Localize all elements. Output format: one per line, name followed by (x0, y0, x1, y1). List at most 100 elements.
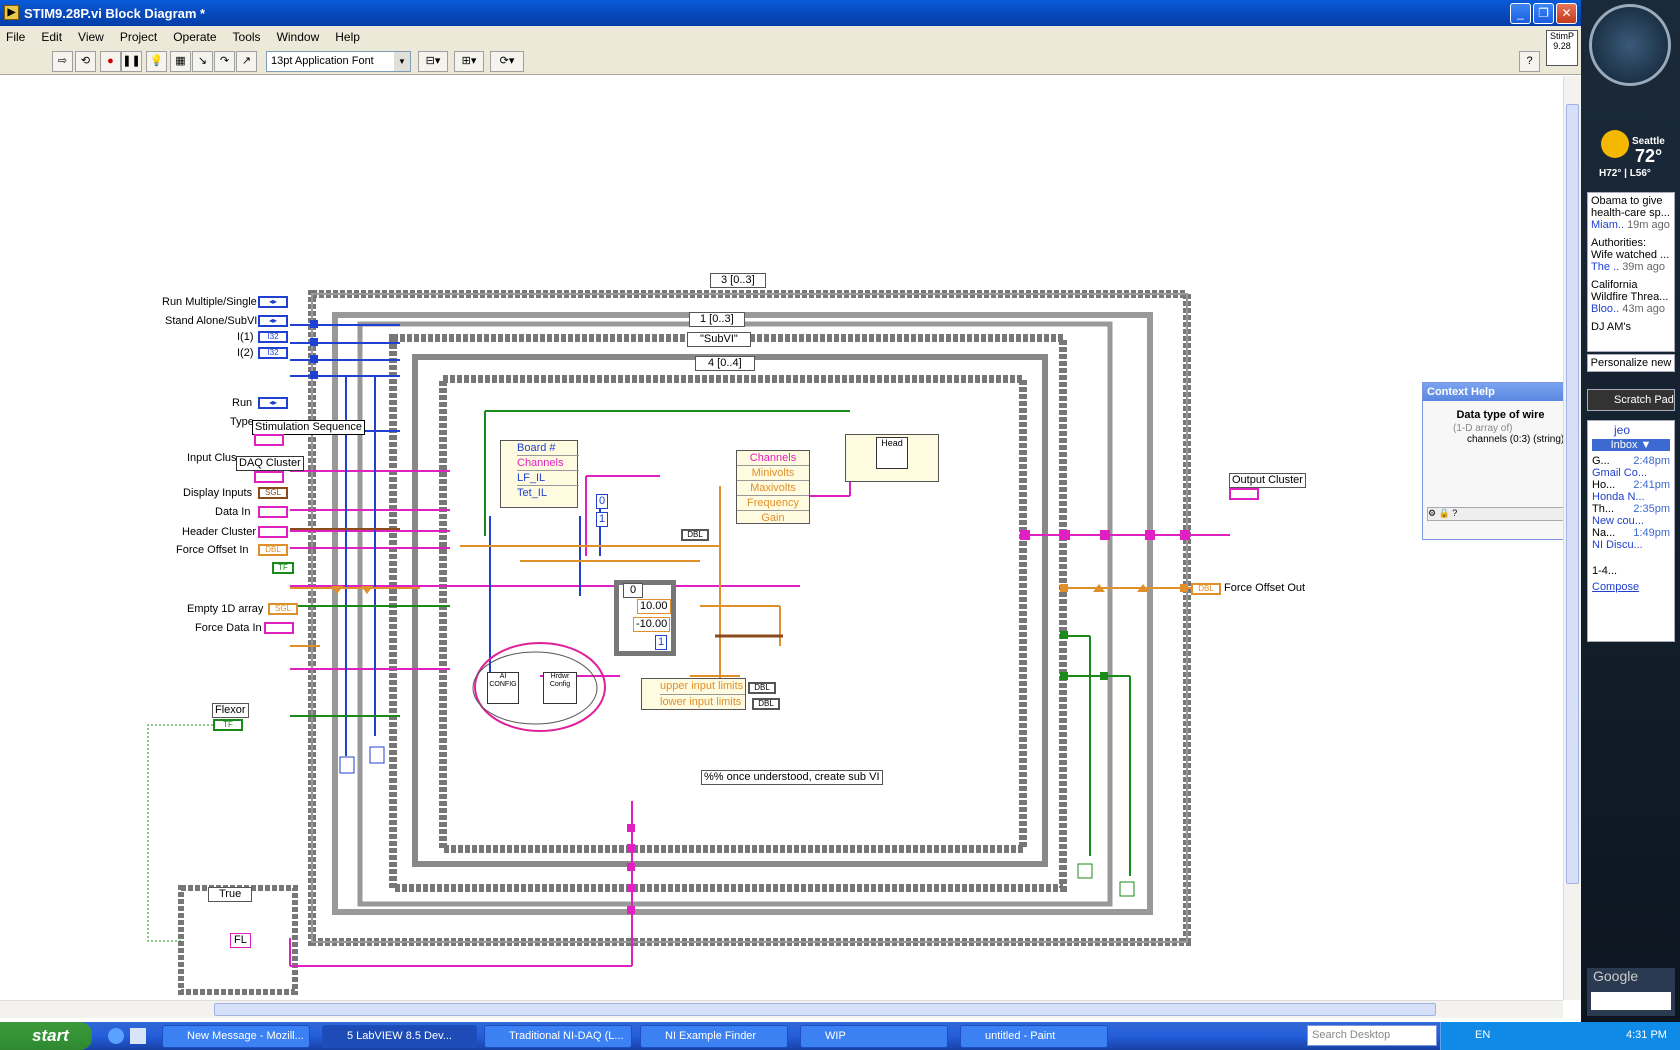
bundle-node[interactable]: Board # Channels LF_IL Tet_IL (500, 440, 579, 508)
case-selector-true[interactable]: True (208, 887, 253, 902)
news-item[interactable]: Authorities: Wife watched ... The .. 39m … (1591, 237, 1671, 273)
vi-icon-pane[interactable]: StimP 9.28 (1546, 30, 1578, 66)
control-terminal[interactable] (254, 471, 284, 483)
numeric-constant[interactable]: -10.00 (633, 617, 671, 632)
gmail-gadget[interactable]: jeo Inbox ▼ G... 2:48pm Gmail Co... Ho...… (1587, 420, 1675, 642)
news-item[interactable]: Obama to give health-care sp... Miam.. 19… (1591, 195, 1671, 231)
vertical-scrollbar[interactable] (1563, 76, 1581, 1000)
inner-case-structure[interactable]: 0 10.00 -10.00 1 (614, 580, 676, 656)
scratch-pad-gadget[interactable]: Scratch Pad (1587, 389, 1675, 411)
unbundle-node[interactable]: Channels Minivolts Maxivolts Frequency G… (736, 450, 810, 524)
control-terminal[interactable] (258, 506, 288, 518)
help-icon[interactable]: ? (1519, 51, 1540, 72)
dbl-indicator[interactable]: DBL (681, 529, 709, 541)
step-over-icon[interactable]: ↷ (214, 51, 235, 72)
mail-item[interactable]: G... 2:48pm Gmail Co... (1592, 455, 1670, 479)
menu-edit[interactable]: Edit (41, 30, 62, 44)
string-constant[interactable]: FL (230, 933, 251, 948)
menu-view[interactable]: View (78, 30, 104, 44)
menu-file[interactable]: File (6, 30, 25, 44)
context-help-window[interactable]: Context Help Data type of wire (1-D arra… (1422, 382, 1579, 540)
distribute-objects-icon[interactable]: ⊞▾ (454, 51, 484, 72)
news-item[interactable]: DJ AM's (1591, 321, 1671, 333)
news-gadget[interactable]: Obama to give health-care sp... Miam.. 19… (1587, 192, 1675, 352)
run-arrow-icon[interactable]: ⇨ (52, 51, 73, 72)
hardware-config-subvi[interactable]: Hrdwr Config (543, 672, 577, 704)
horizontal-scroll-thumb[interactable] (214, 1003, 1436, 1016)
language-indicator[interactable]: EN (1475, 1029, 1490, 1041)
google-gadget[interactable]: Google (1587, 968, 1675, 1016)
step-into-icon[interactable]: ↘ (192, 51, 213, 72)
gmail-compose-link[interactable]: Compose (1592, 581, 1670, 593)
control-terminal[interactable]: I32 (258, 331, 288, 343)
personalize-button[interactable]: Personalize new (1587, 354, 1675, 372)
control-terminal[interactable] (264, 622, 294, 634)
context-help-controls[interactable]: ⚙ 🔒 ? (1427, 507, 1576, 521)
control-terminal[interactable]: ◂▸ (258, 315, 288, 327)
start-button[interactable]: start (0, 1022, 92, 1050)
reorder-icon[interactable]: ⟳▾ (490, 51, 524, 72)
menu-operate[interactable]: Operate (173, 30, 216, 44)
outer-sequence-selector[interactable]: 3 [0..3] (710, 273, 766, 288)
news-item[interactable]: California Wildfire Threa... Bloo.. 43m a… (1591, 279, 1671, 315)
head-subvi[interactable]: Head (845, 434, 939, 482)
clock-text[interactable]: 4:31 PM (1626, 1029, 1667, 1041)
limits-unbundle[interactable]: upper input limits lower input limits (641, 678, 746, 710)
control-terminal[interactable] (254, 434, 284, 446)
mail-item[interactable]: Na... 1:49pm NI Discu... (1592, 527, 1670, 551)
abort-icon[interactable]: ● (100, 51, 121, 72)
menu-tools[interactable]: Tools (233, 30, 261, 44)
control-terminal[interactable]: TF (213, 719, 243, 731)
run-continuously-icon[interactable]: ⟲ (75, 51, 96, 72)
menu-project[interactable]: Project (120, 30, 157, 44)
clock-gadget-icon[interactable] (1589, 4, 1671, 86)
control-terminal[interactable]: SGL (268, 603, 298, 615)
control-terminal[interactable] (258, 526, 288, 538)
boolean-constant[interactable]: TF (272, 562, 294, 574)
ai-config-subvi[interactable]: AI CONFIG (487, 672, 519, 704)
weather-gadget[interactable]: Seattle 72° H72° | L56° (1587, 128, 1679, 184)
numeric-constant[interactable]: 1 (655, 635, 668, 650)
desktop-search-input[interactable]: Search Desktop (1307, 1025, 1437, 1046)
mail-item[interactable]: Th... 2:35pm New cou... (1592, 503, 1670, 527)
show-desktop-icon[interactable] (130, 1028, 146, 1044)
numeric-constant[interactable]: 10.00 (637, 599, 671, 614)
menu-window[interactable]: Window (277, 30, 320, 44)
inner-case-selector[interactable]: 0 (623, 583, 644, 598)
task-example-finder[interactable]: NI Example Finder (640, 1025, 788, 1048)
gmail-folder[interactable]: Inbox ▼ (1592, 439, 1670, 451)
minimize-button[interactable]: _ (1510, 3, 1531, 24)
control-terminal[interactable]: SGL (258, 487, 288, 499)
sequence3-selector[interactable]: 4 [0..4] (695, 356, 755, 371)
font-select[interactable]: 13pt Application Font ▼ (266, 51, 411, 72)
task-firefox[interactable]: New Message - Mozill... (162, 1025, 310, 1048)
control-terminal[interactable]: I32 (258, 347, 288, 359)
block-diagram-canvas[interactable]: 3 [0..3] 1 [0..3] "SubVI" 4 [0..4] True … (0, 76, 1579, 1000)
dbl-indicator[interactable]: DBL (748, 682, 776, 694)
task-labview[interactable]: 5 LabVIEW 8.5 Dev... (322, 1025, 477, 1048)
task-paint[interactable]: untitled - Paint (960, 1025, 1108, 1048)
mail-item[interactable]: Ho... 2:41pm Honda N... (1592, 479, 1670, 503)
close-button[interactable]: ✕ (1556, 3, 1577, 24)
numeric-constant[interactable]: 0 (596, 494, 609, 509)
google-search-input[interactable] (1591, 992, 1671, 1010)
control-terminal[interactable]: ◂▸ (258, 397, 288, 409)
vertical-scroll-thumb[interactable] (1566, 104, 1579, 884)
dbl-indicator[interactable]: DBL (752, 698, 780, 710)
step-out-icon[interactable]: ↗ (236, 51, 257, 72)
ie-icon[interactable] (108, 1028, 124, 1044)
horizontal-scrollbar[interactable] (0, 1000, 1563, 1018)
highlight-execution-icon[interactable]: 💡 (146, 51, 167, 72)
task-nidaq[interactable]: Traditional NI-DAQ (L... (484, 1025, 632, 1048)
indicator-terminal[interactable]: DBL (1191, 583, 1221, 595)
case-selector-subvi[interactable]: "SubVI" (687, 332, 751, 347)
numeric-constant[interactable]: 1 (596, 512, 609, 527)
align-objects-icon[interactable]: ⊟▾ (418, 51, 448, 72)
retain-wire-values-icon[interactable]: ▦ (170, 51, 191, 72)
maximize-button[interactable]: ❐ (1533, 3, 1554, 24)
sequence2-selector[interactable]: 1 [0..3] (689, 312, 745, 327)
task-wip-folder[interactable]: WIP (800, 1025, 948, 1048)
indicator-terminal[interactable] (1229, 488, 1259, 500)
menu-help[interactable]: Help (335, 30, 360, 44)
control-terminal[interactable]: ◂▸ (258, 296, 288, 308)
